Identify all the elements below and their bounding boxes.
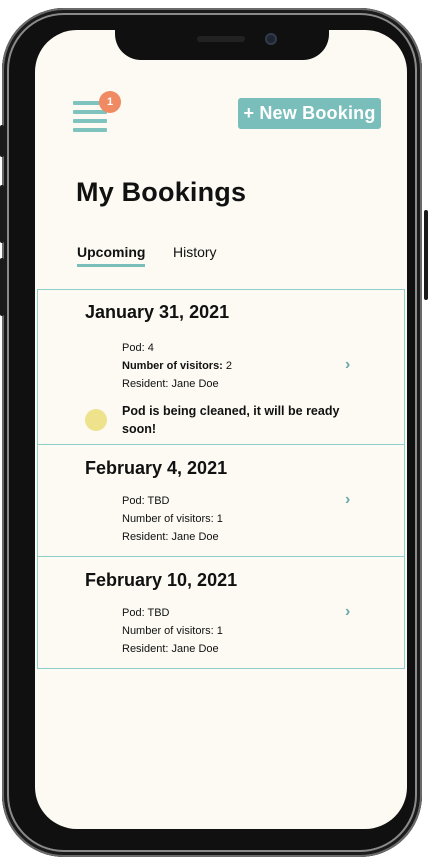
resident-label: Resident:	[122, 531, 169, 543]
visitors-value: 1	[216, 625, 223, 637]
visitors-label: Number of visitors:	[122, 513, 214, 525]
tab-upcoming[interactable]: Upcoming	[77, 244, 146, 267]
bookings-list: January 31, 2021 Pod: 4 Number of visito…	[37, 289, 405, 669]
resident-label: Resident:	[122, 378, 169, 390]
booking-date: February 4, 2021	[85, 458, 228, 478]
booking-resident: Resident: Jane Doe	[122, 643, 219, 655]
visitors-label: Number of visitors:	[122, 360, 223, 372]
pod-value: 4	[147, 342, 154, 354]
booking-card[interactable]: February 4, 2021 Pod: TBD Number of visi…	[38, 445, 404, 557]
pod-value: TBD	[147, 607, 170, 619]
booking-resident: Resident: Jane Doe	[122, 378, 219, 390]
status-indicator-dot	[85, 409, 107, 431]
front-camera	[265, 33, 277, 45]
phone-side-button	[0, 125, 4, 157]
page-title: My Bookings	[76, 177, 247, 207]
booking-card[interactable]: January 31, 2021 Pod: 4 Number of visito…	[38, 290, 404, 445]
tab-upcoming-label: Upcoming	[77, 244, 146, 260]
new-booking-button[interactable]: + New Booking	[238, 98, 381, 129]
active-tab-indicator	[77, 264, 146, 267]
booking-date: February 10, 2021	[85, 570, 238, 590]
resident-value: Jane Doe	[171, 643, 219, 655]
booking-card[interactable]: February 10, 2021 Pod: TBD Number of vis…	[38, 557, 404, 668]
booking-visitors: Number of visitors: 2	[122, 360, 232, 372]
chevron-right-icon[interactable]: ›	[345, 491, 350, 509]
visitors-value: 2	[225, 360, 233, 372]
booking-visitors: Number of visitors: 1	[122, 513, 223, 525]
booking-pod: Pod: TBD	[122, 607, 170, 619]
booking-pod: Pod: 4	[122, 342, 154, 354]
phone-side-button	[424, 210, 428, 300]
chevron-right-icon[interactable]: ›	[345, 356, 350, 374]
speaker-grille	[197, 36, 245, 42]
booking-visitors: Number of visitors: 1	[122, 625, 223, 637]
tab-history-label: History	[173, 244, 217, 260]
app-screen: 1 + New Booking My Bookings Upcoming His…	[35, 30, 407, 829]
pod-label: Pod:	[122, 607, 145, 619]
phone-notch	[115, 22, 329, 60]
resident-value: Jane Doe	[171, 378, 219, 390]
tab-history[interactable]: History	[173, 244, 217, 260]
booking-date: January 31, 2021	[85, 302, 230, 322]
pod-label: Pod:	[122, 342, 145, 354]
booking-resident: Resident: Jane Doe	[122, 531, 219, 543]
notification-badge: 1	[99, 91, 121, 113]
phone-side-button	[0, 185, 4, 243]
booking-pod: Pod: TBD	[122, 495, 170, 507]
visitors-label: Number of visitors:	[122, 625, 214, 637]
pod-label: Pod:	[122, 495, 145, 507]
resident-value: Jane Doe	[171, 531, 219, 543]
pod-value: TBD	[147, 495, 170, 507]
visitors-value: 1	[216, 513, 223, 525]
booking-status-text: Pod is being cleaned, it will be ready s…	[122, 404, 340, 436]
resident-label: Resident:	[122, 643, 169, 655]
chevron-right-icon[interactable]: ›	[345, 603, 350, 621]
phone-side-button	[0, 258, 4, 316]
